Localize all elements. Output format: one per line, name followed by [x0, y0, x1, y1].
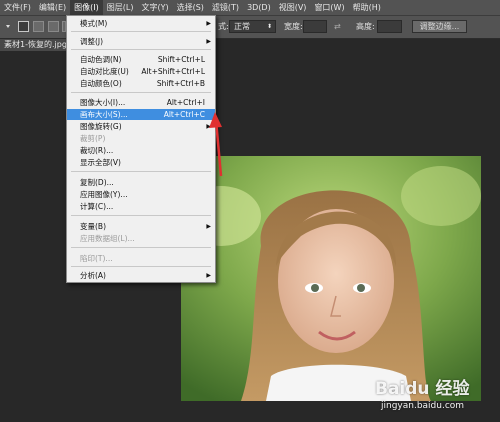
style-select[interactable]: 正常 ⬍ — [229, 20, 276, 33]
menu-separator — [71, 92, 211, 93]
submenu-arrow-icon: ▶ — [206, 123, 211, 130]
menu-item-auto-color[interactable]: 自动颜色(O) Shift+Ctrl+B — [67, 78, 215, 89]
photo-girl — [181, 156, 481, 401]
menu-item-reveal-all[interactable]: 显示全部(V) — [67, 157, 215, 168]
menu-item-canvas-size[interactable]: 画布大小(S)... Alt+Ctrl+C — [67, 109, 215, 120]
watermark-brand: Baidu 经验 — [375, 379, 470, 399]
menu-item-image-rotation[interactable]: 图像旋转(G) ▶ — [67, 121, 215, 132]
menu-3d[interactable]: 3D(D) — [243, 0, 275, 15]
swap-icon[interactable]: ⇄ — [334, 21, 341, 33]
menu-item-variables[interactable]: 变量(B) ▶ — [67, 221, 215, 232]
menu-item-mode[interactable]: 模式(M) ▶ — [67, 18, 215, 29]
menu-select[interactable]: 选择(S) — [173, 0, 208, 15]
menu-edit[interactable]: 编辑(E) — [35, 0, 70, 15]
menu-separator — [71, 49, 211, 50]
menu-separator — [71, 266, 211, 267]
menu-filter[interactable]: 滤镜(T) — [208, 0, 243, 15]
menu-item-duplicate[interactable]: 复制(D)... — [67, 177, 215, 188]
menu-item-image-size[interactable]: 图像大小(I)... Alt+Ctrl+I — [67, 97, 215, 108]
menu-layer[interactable]: 图层(L) — [103, 0, 138, 15]
tool-preset-icon[interactable] — [5, 21, 11, 32]
menu-bar: 文件(F) 编辑(E) 图像(I) 图层(L) 文字(Y) 选择(S) 滤镜(T… — [0, 0, 500, 16]
menu-type[interactable]: 文字(Y) — [137, 0, 172, 15]
menu-item-apply-data-set[interactable]: 应用数据组(L)... — [67, 233, 215, 244]
menu-file[interactable]: 文件(F) — [0, 0, 35, 15]
menu-item-crop[interactable]: 裁剪(P) — [67, 133, 215, 144]
height-input[interactable] — [377, 20, 402, 33]
menu-separator — [71, 171, 211, 172]
height-label: 高度: — [356, 22, 375, 31]
subtract-selection-icon[interactable] — [48, 21, 59, 32]
menu-item-apply-image[interactable]: 应用图像(Y)... — [67, 189, 215, 200]
style-value: 正常 — [234, 22, 250, 31]
menu-view[interactable]: 视图(V) — [275, 0, 311, 15]
menu-item-calculations[interactable]: 计算(C)... — [67, 201, 215, 212]
watermark-url: jingyan.baidu.com — [381, 401, 465, 411]
menu-item-adjustments[interactable]: 调整(J) ▶ — [67, 36, 215, 47]
menu-separator — [71, 247, 211, 248]
submenu-arrow-icon: ▶ — [206, 38, 211, 45]
menu-separator — [71, 215, 211, 216]
menu-item-trim[interactable]: 裁切(R)... — [67, 145, 215, 156]
menu-item-trap[interactable]: 陷印(T)... — [67, 253, 215, 264]
submenu-arrow-icon: ▶ — [206, 20, 211, 27]
document-tab[interactable]: 素材1-恢复的.jpg — [0, 39, 72, 51]
image-menu-dropdown: 模式(M) ▶ 调整(J) ▶ 自动色调(N) Shift+Ctrl+L 自动对比度(… — [66, 15, 216, 283]
menu-item-auto-tone[interactable]: 自动色调(N) Shift+Ctrl+L — [67, 54, 215, 65]
submenu-arrow-icon: ▶ — [206, 223, 211, 230]
style-label: 式: — [218, 22, 229, 31]
submenu-arrow-icon: ▶ — [206, 272, 211, 279]
width-label: 宽度: — [284, 22, 303, 31]
menu-item-analysis[interactable]: 分析(A) ▶ — [67, 270, 215, 281]
width-input[interactable] — [303, 20, 327, 33]
menu-image[interactable]: 图像(I) — [70, 0, 103, 15]
new-selection-icon[interactable] — [18, 21, 29, 32]
add-to-selection-icon[interactable] — [33, 21, 44, 32]
baidu-watermark: Baidu 经验 jingyan.baidu.com — [365, 370, 495, 416]
menu-item-auto-contrast[interactable]: 自动对比度(U) Alt+Shift+Ctrl+L — [67, 66, 215, 77]
menu-separator — [71, 31, 211, 32]
chevron-down-icon: ⬍ — [266, 23, 272, 30]
menu-window[interactable]: 窗口(W) — [310, 0, 348, 15]
menu-help[interactable]: 帮助(H) — [349, 0, 385, 15]
refine-edge-button[interactable]: 调整边缘... — [412, 20, 467, 33]
